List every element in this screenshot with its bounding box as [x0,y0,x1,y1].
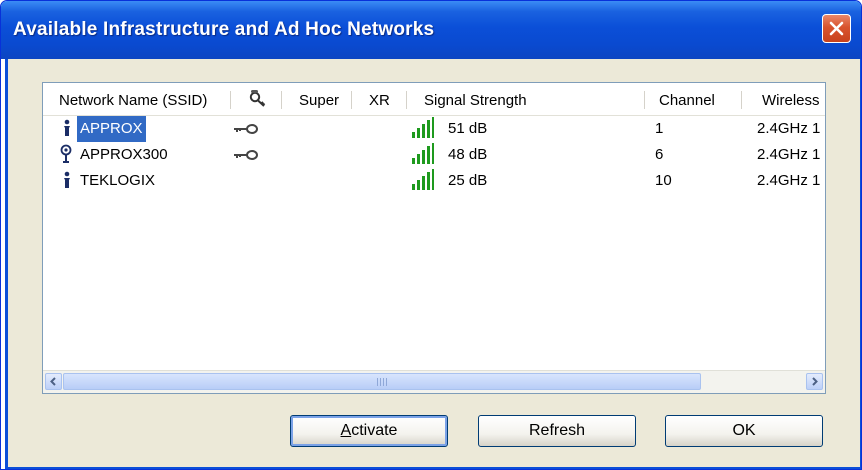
activate-button[interactable]: Activate [290,415,448,447]
access-point-icon [59,142,73,168]
adhoc-person-icon [61,168,73,194]
wireless-value: 2.4GHz 1 [757,172,821,189]
close-icon [829,21,844,36]
channel-value: 1 [655,120,664,137]
wireless-value: 2.4GHz 1 [757,120,821,137]
window-title: Available Infrastructure and Ad Hoc Netw… [13,19,435,40]
column-divider[interactable] [281,91,282,109]
scroll-left-button[interactable] [45,373,62,390]
scrollbar-thumb[interactable] [63,373,701,390]
network-name: TEKLOGIX [80,172,156,189]
column-header-security[interactable] [239,83,279,115]
column-header-ssid[interactable]: Network Name (SSID) [51,83,231,115]
network-name: APPROX [77,116,146,142]
signal-value: 51 dB [448,120,488,137]
channel-value: 10 [655,172,672,189]
chevron-left-icon [50,377,56,386]
column-header-xr[interactable]: XR [361,83,406,115]
network-list[interactable]: Network Name (SSID) Super XR Signal Stre… [42,82,826,394]
scroll-right-button[interactable] [806,373,823,390]
dialog-body: Network Name (SSID) Super XR Signal Stre… [5,59,861,469]
column-header-wireless[interactable]: Wireless [754,83,825,115]
network-name: APPROX300 [80,146,168,163]
list-item[interactable]: TEKLOGIX 25 dB 10 2.4GHz 1 [43,168,825,194]
adhoc-person-icon [61,116,73,142]
key-icon [233,116,259,142]
chevron-right-icon [812,377,818,386]
channel-value: 6 [655,146,664,163]
wireless-value: 2.4GHz 1 [757,146,821,163]
column-divider[interactable] [644,91,645,109]
key-lock-icon [249,90,266,107]
signal-value: 25 dB [448,172,488,189]
column-divider[interactable] [741,91,742,109]
dialog-window: Available Infrastructure and Ad Hoc Netw… [0,0,862,470]
key-icon [233,142,259,168]
list-item[interactable]: APPROX 51 dB 1 2.4GHz 1 [43,116,825,142]
column-header-channel[interactable]: Channel [651,83,741,115]
horizontal-scrollbar[interactable] [43,370,825,393]
grip-icon [377,378,387,386]
column-header-signal[interactable]: Signal Strength [416,83,636,115]
signal-bars-icon [411,116,435,142]
signal-bars-icon [411,168,435,194]
column-divider[interactable] [351,91,352,109]
close-button[interactable] [822,14,851,43]
ok-button[interactable]: OK [665,415,823,447]
column-header-super[interactable]: Super [291,83,351,115]
title-bar[interactable]: Available Infrastructure and Ad Hoc Netw… [1,1,861,59]
signal-value: 48 dB [448,146,488,163]
signal-bars-icon [411,142,435,168]
refresh-button[interactable]: Refresh [478,415,636,447]
column-divider[interactable] [406,91,407,109]
list-item[interactable]: APPROX300 48 dB 6 2.4GHz 1 [43,142,825,168]
column-divider[interactable] [230,91,231,109]
list-header: Network Name (SSID) Super XR Signal Stre… [43,83,825,116]
